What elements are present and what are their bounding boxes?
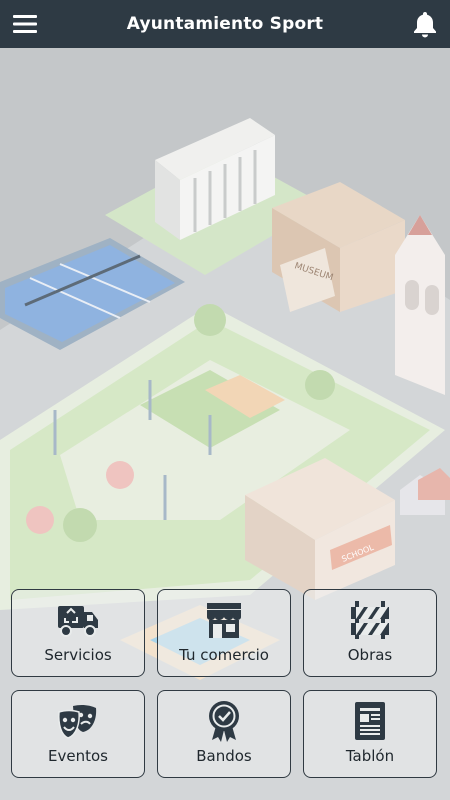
tablon-tile[interactable]: Tablón [303, 690, 437, 778]
servicios-tile[interactable]: Servicios [11, 589, 145, 677]
servicios-label: Servicios [44, 646, 112, 664]
bandos-label: Bandos [196, 747, 252, 765]
tu-comercio-label: Tu comercio [179, 646, 269, 664]
award-badge-icon [209, 701, 239, 742]
app-bar: Ayuntamiento Sport [0, 0, 450, 48]
tablon-label: Tablón [345, 747, 395, 765]
obras-label: Obras [347, 646, 393, 664]
recycling-truck-icon [58, 606, 98, 637]
storefront-icon [207, 603, 241, 638]
hamburger-menu-icon[interactable] [12, 12, 38, 36]
page-title: Ayuntamiento Sport [126, 14, 324, 34]
town-illustration: MUSEUM SCHOOL [0, 48, 450, 800]
eventos-label: Eventos [48, 747, 108, 765]
obras-tile[interactable]: Obras [303, 589, 437, 677]
bell-icon[interactable] [412, 10, 438, 38]
theater-masks-icon [58, 704, 97, 739]
bulletin-board-icon [355, 702, 385, 740]
tu-comercio-tile[interactable]: Tu comercio [157, 589, 291, 677]
road-barrier-icon [351, 601, 389, 639]
bandos-tile[interactable]: Bandos [157, 690, 291, 778]
eventos-tile[interactable]: Eventos [11, 690, 145, 778]
